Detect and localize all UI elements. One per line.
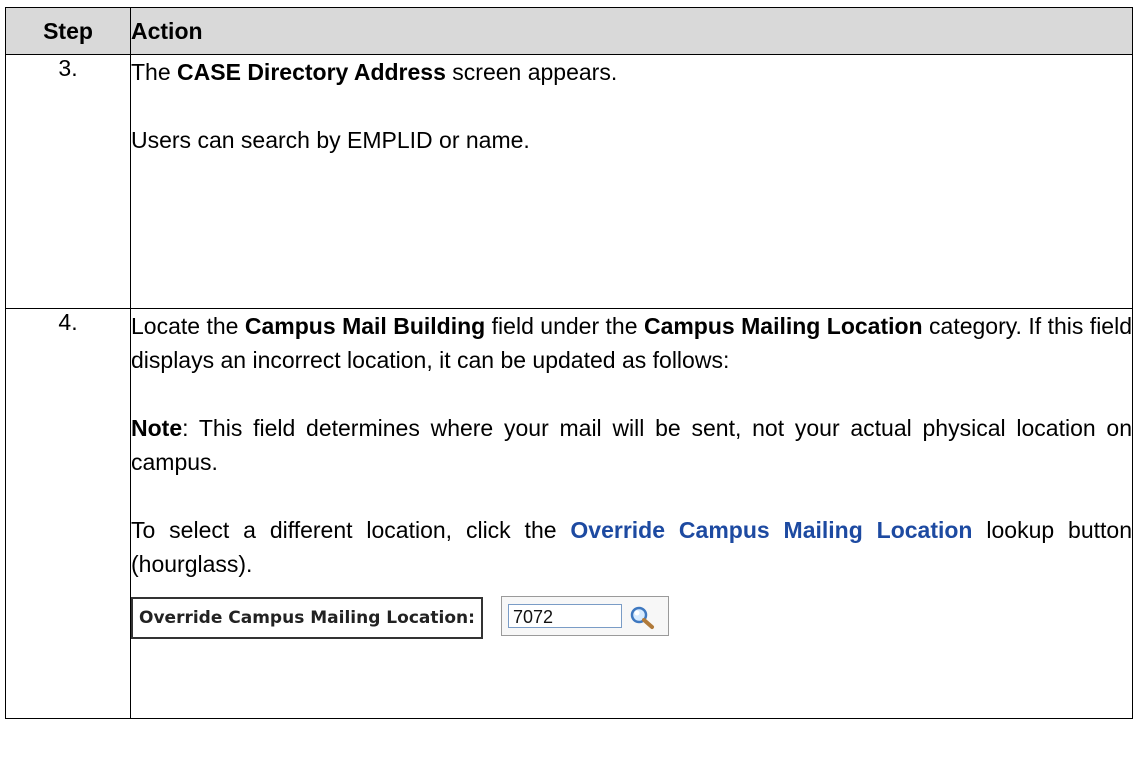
note-label: Note xyxy=(131,415,183,441)
action-column-header: Action xyxy=(130,7,1133,55)
step-3-line-2: Users can search by EMPLID or name. xyxy=(131,127,530,153)
step-number: 4. xyxy=(5,308,131,719)
text-segment: field under the xyxy=(485,313,644,339)
magnifier-lookup-icon[interactable] xyxy=(628,604,656,630)
step-number: 3. xyxy=(5,54,131,309)
text-segment: The xyxy=(131,59,178,85)
text-segment: Locate the xyxy=(131,313,245,339)
step-4-note: Note: This field determines where your m… xyxy=(131,411,1132,479)
override-location-link-text: Override Campus Mailing Location xyxy=(570,517,973,543)
step-column-header: Step xyxy=(5,7,131,55)
override-location-label: Override Campus Mailing Location: xyxy=(131,597,483,639)
ui-screenshot: Override Campus Mailing Location: 7072 xyxy=(131,589,1132,639)
override-location-input[interactable]: 7072 xyxy=(508,604,622,628)
table-header-row: Step Action xyxy=(5,7,1133,55)
text-segment: screen appears. xyxy=(445,59,618,85)
step-3-line-1: The CASE Directory Address screen appear… xyxy=(131,55,1132,89)
procedure-table: Step Action 3. The CASE Directory Addres… xyxy=(5,7,1133,719)
text-segment: To select a different location, click th… xyxy=(131,517,571,543)
step-4-paragraph-3: To select a different location, click th… xyxy=(131,513,1132,581)
step-action: The CASE Directory Address screen appear… xyxy=(130,54,1133,309)
note-text: : This field determines where your mail … xyxy=(131,415,1132,475)
screen-name: CASE Directory Address xyxy=(177,59,446,85)
override-location-field-group: 7072 xyxy=(501,596,669,636)
field-name: Campus Mail Building xyxy=(244,313,486,339)
table-row: 4. Locate the Campus Mail Building field… xyxy=(5,308,1133,719)
category-name: Campus Mailing Location xyxy=(643,313,923,339)
step-4-paragraph-1: Locate the Campus Mail Building field un… xyxy=(131,309,1132,377)
table-row: 3. The CASE Directory Address screen app… xyxy=(5,54,1133,309)
step-action: Locate the Campus Mail Building field un… xyxy=(130,308,1133,719)
